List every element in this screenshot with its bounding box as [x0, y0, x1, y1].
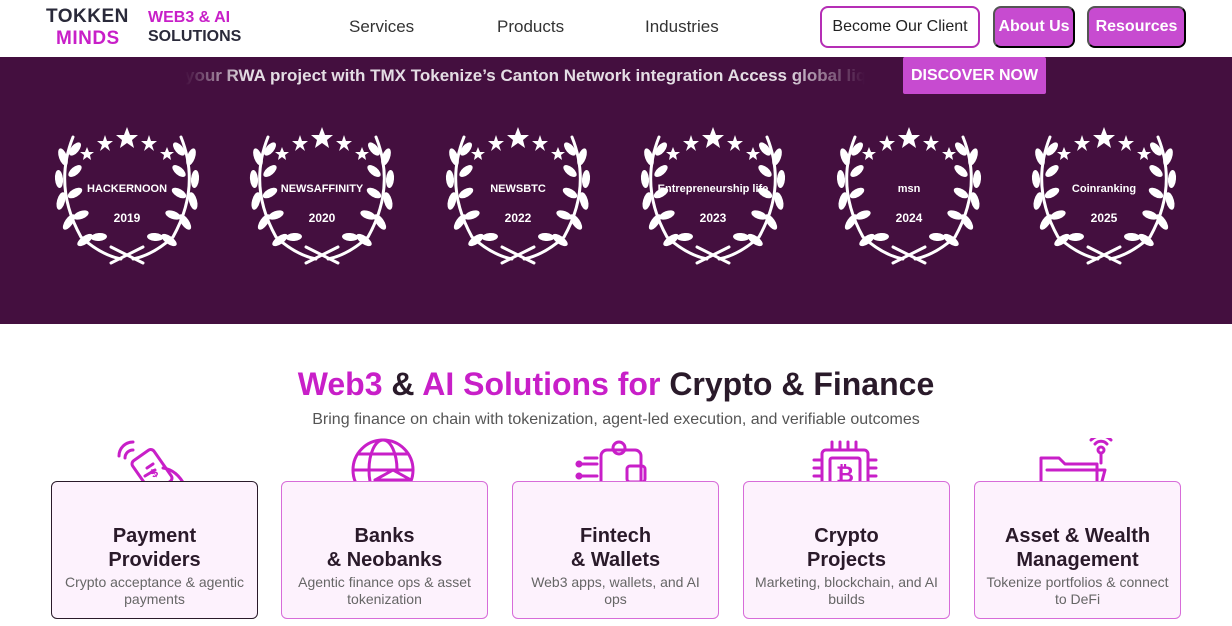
logo-word-minds: MINDS: [56, 28, 120, 49]
card-crypto-projects[interactable]: Crypto Projects Marketing, blockchain, an…: [743, 481, 950, 619]
award-year: 2024: [895, 211, 923, 225]
card-fintech-wallets[interactable]: Fintech & Wallets Web3 apps, wallets, and…: [512, 481, 719, 619]
award-year: 2023: [699, 211, 727, 225]
card-description: Agentic finance ops & asset tokenization: [298, 574, 471, 607]
nav-products[interactable]: Products: [497, 17, 564, 37]
discover-now-button[interactable]: DISCOVER NOW: [903, 57, 1046, 94]
laurel-wreath-icon: [249, 127, 395, 265]
card-payment-providers[interactable]: Payment Providers Crypto acceptance & age…: [51, 481, 258, 619]
heading-web3: Web3: [297, 366, 383, 402]
logo[interactable]: TOKKEN MINDS WEB3 & AI SOLUTIONS: [46, 6, 246, 50]
card-title: Fintech & Wallets: [570, 525, 661, 571]
card-title: Payment Providers: [108, 525, 201, 571]
card-asset-wealth[interactable]: Asset & Wealth Management Tokenize portfo…: [974, 481, 1181, 619]
award-brand: NEWSBTC: [490, 183, 546, 195]
laurel-wreath-icon: [1031, 127, 1177, 265]
awards-band: your RWA project with TMX Tokenize’s Can…: [0, 57, 1232, 324]
award-brand: NEWSAFFINITY: [280, 183, 364, 195]
award-brand: msn: [897, 183, 921, 195]
laurel-wreath-icon: [836, 127, 982, 265]
about-us-button[interactable]: About Us: [993, 6, 1075, 48]
laurel-wreath-icon: [54, 127, 200, 265]
award-year: 2025: [1090, 211, 1118, 225]
card-description: Marketing, blockchain, and AI builds: [755, 574, 938, 607]
card-description: Web3 apps, wallets, and AI ops: [531, 574, 700, 607]
award-badge: Coinranking 2025: [1028, 127, 1180, 267]
announcement-ticker[interactable]: your RWA project with TMX Tokenize’s Can…: [185, 66, 865, 90]
logo-word-tokken: TOKKEN: [46, 6, 129, 27]
logo-tagline-2: SOLUTIONS: [148, 28, 242, 45]
laurel-wreath-icon: [445, 127, 591, 265]
solutions-heading: Web3 & AI Solutions for Crypto & Finance: [0, 366, 1232, 403]
become-client-button[interactable]: Become Our Client: [820, 6, 980, 48]
award-year: 2022: [504, 211, 532, 225]
award-badge: Entrepreneurship life 2023: [637, 127, 789, 267]
card-title: Banks & Neobanks: [326, 525, 443, 571]
heading-crypto-finance: Crypto & Finance: [660, 366, 935, 402]
card-description: Tokenize portfolios & connect to DeFi: [986, 574, 1169, 607]
card-banks-neobanks[interactable]: Banks & Neobanks Agentic finance ops & as…: [281, 481, 488, 619]
heading-ai-solutions: AI Solutions for: [422, 366, 661, 402]
award-badge: NEWSAFFINITY 2020: [246, 127, 398, 267]
heading-amp: &: [382, 366, 423, 402]
award-badge: NEWSBTC 2022: [442, 127, 594, 267]
card-title: Crypto Projects: [807, 525, 886, 571]
nav-services[interactable]: Services: [349, 17, 414, 37]
laurel-wreath-icon: [640, 127, 786, 265]
award-brand: Entrepreneurship life: [657, 183, 769, 195]
logo-tagline-1: WEB3 & AI: [148, 9, 231, 26]
award-year: 2019: [113, 211, 141, 225]
site-header: TOKKEN MINDS WEB3 & AI SOLUTIONS Service…: [0, 0, 1232, 57]
nav-industries[interactable]: Industries: [645, 17, 719, 37]
award-brand: HACKERNOON: [86, 183, 168, 195]
award-year: 2020: [308, 211, 336, 225]
svg-text:$: $: [147, 465, 161, 480]
award-brand: Coinranking: [1071, 183, 1137, 195]
card-title: Asset & Wealth Management: [1004, 525, 1151, 571]
card-description: Crypto acceptance & agentic payments: [65, 574, 244, 607]
award-badge: HACKERNOON 2019: [51, 127, 203, 267]
award-badge: msn 2024: [833, 127, 985, 267]
resources-button[interactable]: Resources: [1087, 6, 1186, 48]
solutions-subtitle: Bring finance on chain with tokenization…: [312, 411, 920, 428]
